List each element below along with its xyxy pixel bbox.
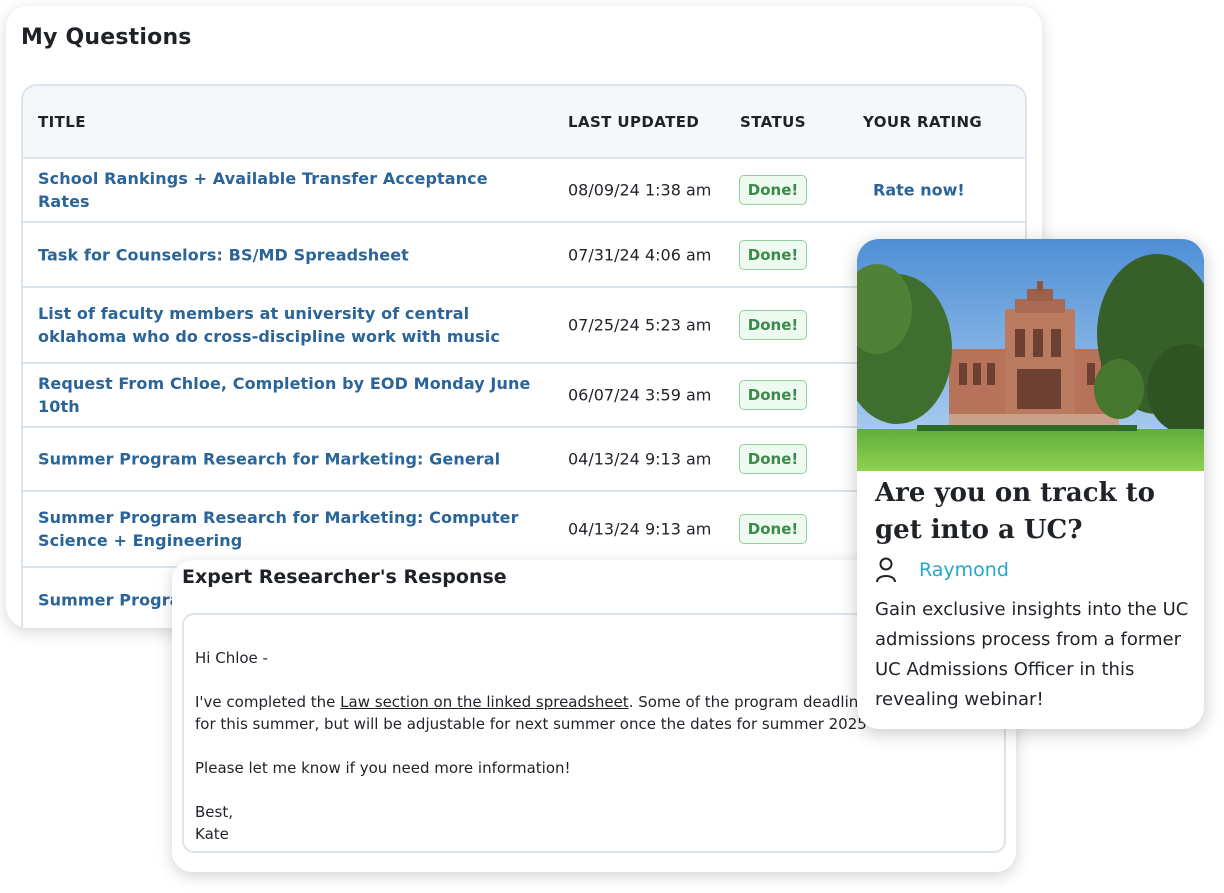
question-title-link[interactable]: Task for Counselors: BS/MD Spreadsheet xyxy=(38,243,538,266)
webinar-title[interactable]: Are you on track to get into a UC? xyxy=(875,475,1195,549)
page-title: My Questions xyxy=(21,25,192,50)
table-header: TITLE LAST UPDATED STATUS YOUR RATING xyxy=(23,86,1025,159)
status-badge: Done! xyxy=(739,380,807,410)
header-your-rating: YOUR RATING xyxy=(863,113,983,131)
author-name[interactable]: Raymond xyxy=(919,559,1009,581)
user-icon xyxy=(876,557,896,583)
status-badge: Done! xyxy=(739,310,807,340)
spreadsheet-link[interactable]: Law section on the linked spreadsheet xyxy=(340,693,629,711)
response-signoff: Best, xyxy=(195,803,233,821)
last-updated-date: 07/25/24 5:23 am xyxy=(568,315,712,335)
campus-building-photo xyxy=(857,239,1204,471)
last-updated-date: 08/09/24 1:38 am xyxy=(568,180,712,200)
last-updated-date: 04/13/24 9:13 am xyxy=(568,449,712,469)
response-line-1-suffix: . Some of the program deadlines xyxy=(628,693,876,711)
header-status: STATUS xyxy=(740,113,806,131)
rate-now-link[interactable]: Rate now! xyxy=(873,181,965,200)
response-line-3: Please let me know if you need more info… xyxy=(195,759,571,777)
header-last-updated: LAST UPDATED xyxy=(568,113,700,131)
status-badge: Done! xyxy=(739,239,807,270)
question-title-link[interactable]: School Rankings + Available Transfer Acc… xyxy=(38,167,538,213)
question-title-link[interactable]: Summer Program Research for Marketing: C… xyxy=(38,506,538,552)
question-title-link[interactable]: List of faculty members at university of… xyxy=(38,302,538,348)
status-badge: Done! xyxy=(739,175,807,205)
last-updated-date: 07/31/24 4:06 am xyxy=(568,245,712,264)
webinar-description: Gain exclusive insights into the UC admi… xyxy=(875,599,1189,710)
last-updated-date: 06/07/24 3:59 am xyxy=(568,385,712,405)
status-badge: Done! xyxy=(739,514,807,544)
response-line-1: I've completed the Law section on the li… xyxy=(195,691,875,713)
response-signature: Kate xyxy=(195,825,229,843)
response-heading: Expert Researcher's Response xyxy=(182,566,507,588)
response-greeting: Hi Chloe - xyxy=(195,649,268,667)
webinar-card[interactable]: Are you on track to get into a UC? Raymo… xyxy=(857,239,1204,729)
response-line-2: for this summer, but will be adjustable … xyxy=(195,715,867,733)
status-badge: Done! xyxy=(739,444,807,474)
table-row: School Rankings + Available Transfer Acc… xyxy=(23,159,1025,223)
question-title-link[interactable]: Summer Program Research for Marketing: G… xyxy=(38,448,538,471)
header-title: TITLE xyxy=(38,113,86,131)
question-title-link[interactable]: Request From Chloe, Completion by EOD Mo… xyxy=(38,372,538,418)
last-updated-date: 04/13/24 9:13 am xyxy=(568,519,712,539)
response-line-1-prefix: I've completed the xyxy=(195,693,341,711)
